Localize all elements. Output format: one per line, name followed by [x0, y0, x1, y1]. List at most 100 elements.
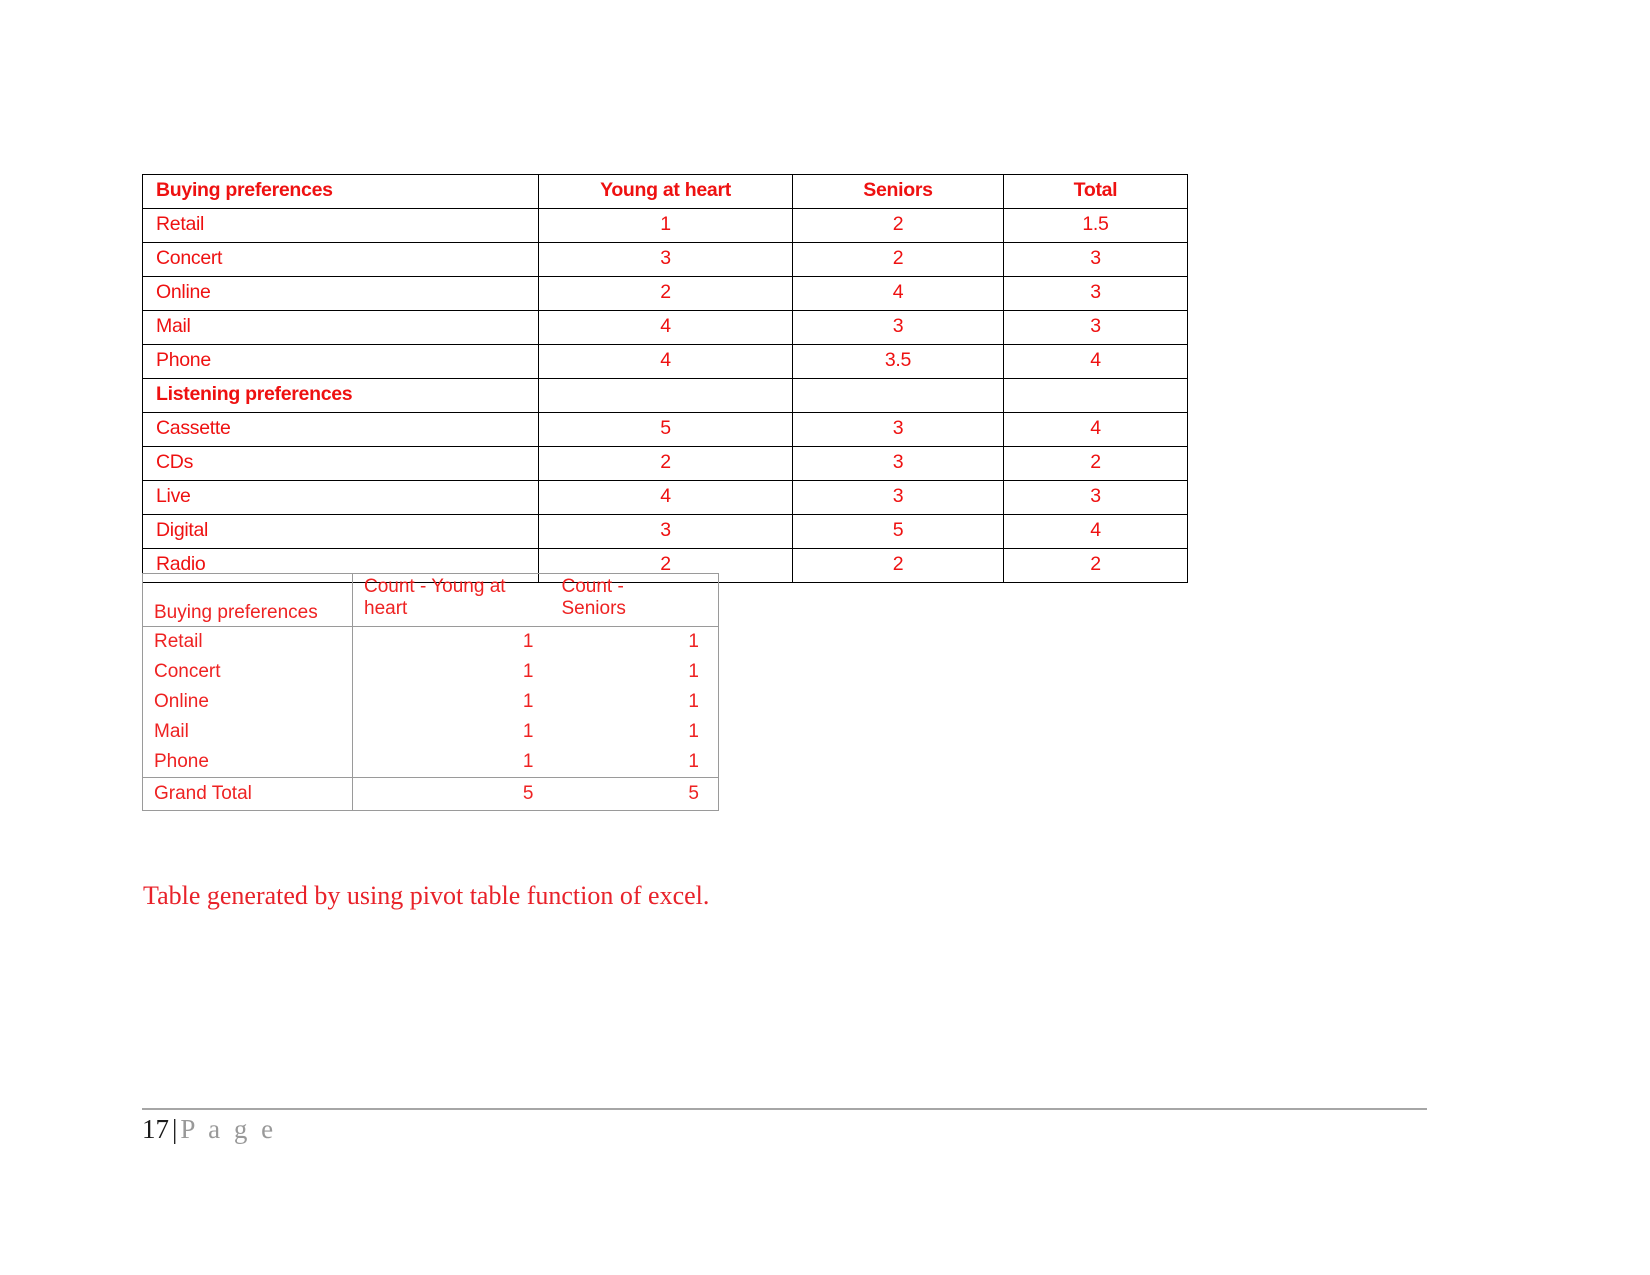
- row-label: Mail: [142, 310, 539, 345]
- pivot-row-label: Retail: [142, 626, 353, 657]
- pivot-grand-total-young-at-heart: 5: [352, 777, 553, 811]
- cell-young-at-heart: 2: [538, 276, 793, 311]
- pivot-column-header-count-young-at-heart: Count - Young at heart: [352, 573, 553, 627]
- pivot-grand-total-seniors: 5: [552, 777, 719, 811]
- row-label: Cassette: [142, 412, 539, 447]
- pivot-table-row: Concert 1 1: [142, 657, 719, 687]
- pivot-cell-count-seniors: 1: [552, 626, 719, 657]
- document-page: Buying preferences Young at heart Senior…: [0, 0, 1650, 1275]
- pivot-table-body: Buying preferences Count - Young at heart…: [142, 573, 719, 811]
- preferences-table-container: Buying preferences Young at heart Senior…: [142, 174, 1188, 583]
- cell-young-at-heart: 5: [538, 412, 793, 447]
- pivot-header-line2: Seniors: [561, 598, 626, 620]
- cell-total: 1.5: [1003, 208, 1188, 243]
- row-label: Phone: [142, 344, 539, 379]
- cell-total: 3: [1003, 276, 1188, 311]
- column-header-total: Total: [1003, 174, 1188, 209]
- cell-young-at-heart: 2: [538, 446, 793, 481]
- pivot-table-row: Retail 1 1: [142, 626, 719, 657]
- table-row: Live 4 3 3: [142, 480, 1188, 515]
- pivot-cell-count-young-at-heart: 1: [352, 747, 553, 778]
- cell-young-at-heart: 3: [538, 242, 793, 277]
- cell-total: 2: [1003, 446, 1188, 481]
- table-section-row: Listening preferences: [142, 378, 1188, 413]
- table-row: Concert 3 2 3: [142, 242, 1188, 277]
- pivot-table: Buying preferences Count - Young at heart…: [142, 573, 719, 811]
- pivot-cell-count-seniors: 1: [552, 687, 719, 717]
- pivot-table-container: Buying preferences Count - Young at heart…: [142, 573, 719, 811]
- table-header-row: Buying preferences Young at heart Senior…: [142, 174, 1188, 209]
- pivot-cell-count-seniors: 1: [552, 747, 719, 778]
- preferences-table-body: Buying preferences Young at heart Senior…: [142, 174, 1188, 583]
- pivot-header-row: Buying preferences Count - Young at heart…: [142, 573, 719, 627]
- pivot-header-line1: Count -: [561, 576, 624, 597]
- pivot-row-label: Concert: [142, 657, 353, 687]
- table-row: Mail 4 3 3: [142, 310, 1188, 345]
- pivot-header-line2: heart: [364, 598, 408, 620]
- column-header-buying-preferences: Buying preferences: [142, 174, 539, 209]
- cell-total: 3: [1003, 242, 1188, 277]
- page-footer: 17 | P a g e: [142, 1113, 277, 1145]
- pivot-grand-total-label: Grand Total: [142, 777, 353, 811]
- cell-seniors: 2: [792, 208, 1004, 243]
- cell-seniors: 3: [792, 446, 1004, 481]
- table-row: Online 2 4 3: [142, 276, 1188, 311]
- cell-young-at-heart: 4: [538, 344, 793, 379]
- cell-seniors: 4: [792, 276, 1004, 311]
- cell-young-at-heart: 4: [538, 310, 793, 345]
- footer-divider: [142, 1108, 1427, 1110]
- cell-total: 2: [1003, 548, 1188, 583]
- pivot-table-row: Online 1 1: [142, 687, 719, 717]
- pivot-row-label: Online: [142, 687, 353, 717]
- pivot-table-row: Phone 1 1: [142, 747, 719, 778]
- cell-seniors: 3: [792, 412, 1004, 447]
- cell-young-at-heart: 3: [538, 514, 793, 549]
- cell-total: 4: [1003, 344, 1188, 379]
- table-row: Retail 1 2 1.5: [142, 208, 1188, 243]
- pivot-cell-count-young-at-heart: 1: [522, 720, 534, 742]
- pivot-cell-count-young-at-heart: 1: [522, 660, 534, 682]
- pivot-column-header-count-seniors: Count - Seniors: [552, 573, 719, 627]
- cell-seniors: 2: [792, 242, 1004, 277]
- preferences-table: Buying preferences Young at heart Senior…: [142, 174, 1188, 583]
- table-row: Phone 4 3.5 4: [142, 344, 1188, 379]
- cell-total: 3: [1003, 310, 1188, 345]
- cell-seniors: 2: [792, 548, 1004, 583]
- pivot-cell-count-young-at-heart: 1: [522, 690, 534, 712]
- row-label: Online: [142, 276, 539, 311]
- table-caption: Table generated by using pivot table fun…: [143, 881, 710, 910]
- row-label: Concert: [142, 242, 539, 277]
- pivot-cell-count-young-at-heart: 1: [522, 630, 534, 652]
- cell-seniors: 3: [792, 310, 1004, 345]
- column-header-seniors: Seniors: [792, 174, 1004, 209]
- pivot-grand-total-row: Grand Total 5 5: [142, 777, 719, 811]
- pivot-row-label: Mail: [142, 717, 353, 747]
- pivot-cell-count-seniors: 1: [552, 717, 719, 747]
- column-header-young-at-heart: Young at heart: [538, 174, 793, 209]
- section-header-listening-preferences: Listening preferences: [142, 378, 539, 413]
- cell-young-at-heart: 4: [538, 480, 793, 515]
- footer-page-number: 17: [142, 1114, 169, 1144]
- cell-young-at-heart: [538, 378, 793, 413]
- row-label: CDs: [142, 446, 539, 481]
- footer-page-word: P a g e: [180, 1114, 277, 1144]
- cell-total: 4: [1003, 514, 1188, 549]
- footer-separator: |: [172, 1114, 178, 1144]
- cell-total: 4: [1003, 412, 1188, 447]
- cell-total: 3: [1003, 480, 1188, 515]
- cell-total: [1003, 378, 1188, 413]
- table-row: Cassette 5 3 4: [142, 412, 1188, 447]
- cell-young-at-heart: 1: [538, 208, 793, 243]
- table-row: Digital 3 5 4: [142, 514, 1188, 549]
- row-label: Live: [142, 480, 539, 515]
- pivot-cell-count-seniors: 1: [552, 657, 719, 687]
- cell-seniors: 3.5: [792, 344, 1004, 379]
- cell-seniors: 5: [792, 514, 1004, 549]
- table-row: CDs 2 3 2: [142, 446, 1188, 481]
- pivot-column-header-buying-preferences: Buying preferences: [142, 573, 353, 627]
- pivot-row-label: Phone: [142, 747, 353, 778]
- pivot-table-row: Mail 1 1: [142, 717, 719, 747]
- row-label: Digital: [142, 514, 539, 549]
- pivot-header-line1: Count - Young at: [364, 576, 506, 597]
- cell-seniors: [792, 378, 1004, 413]
